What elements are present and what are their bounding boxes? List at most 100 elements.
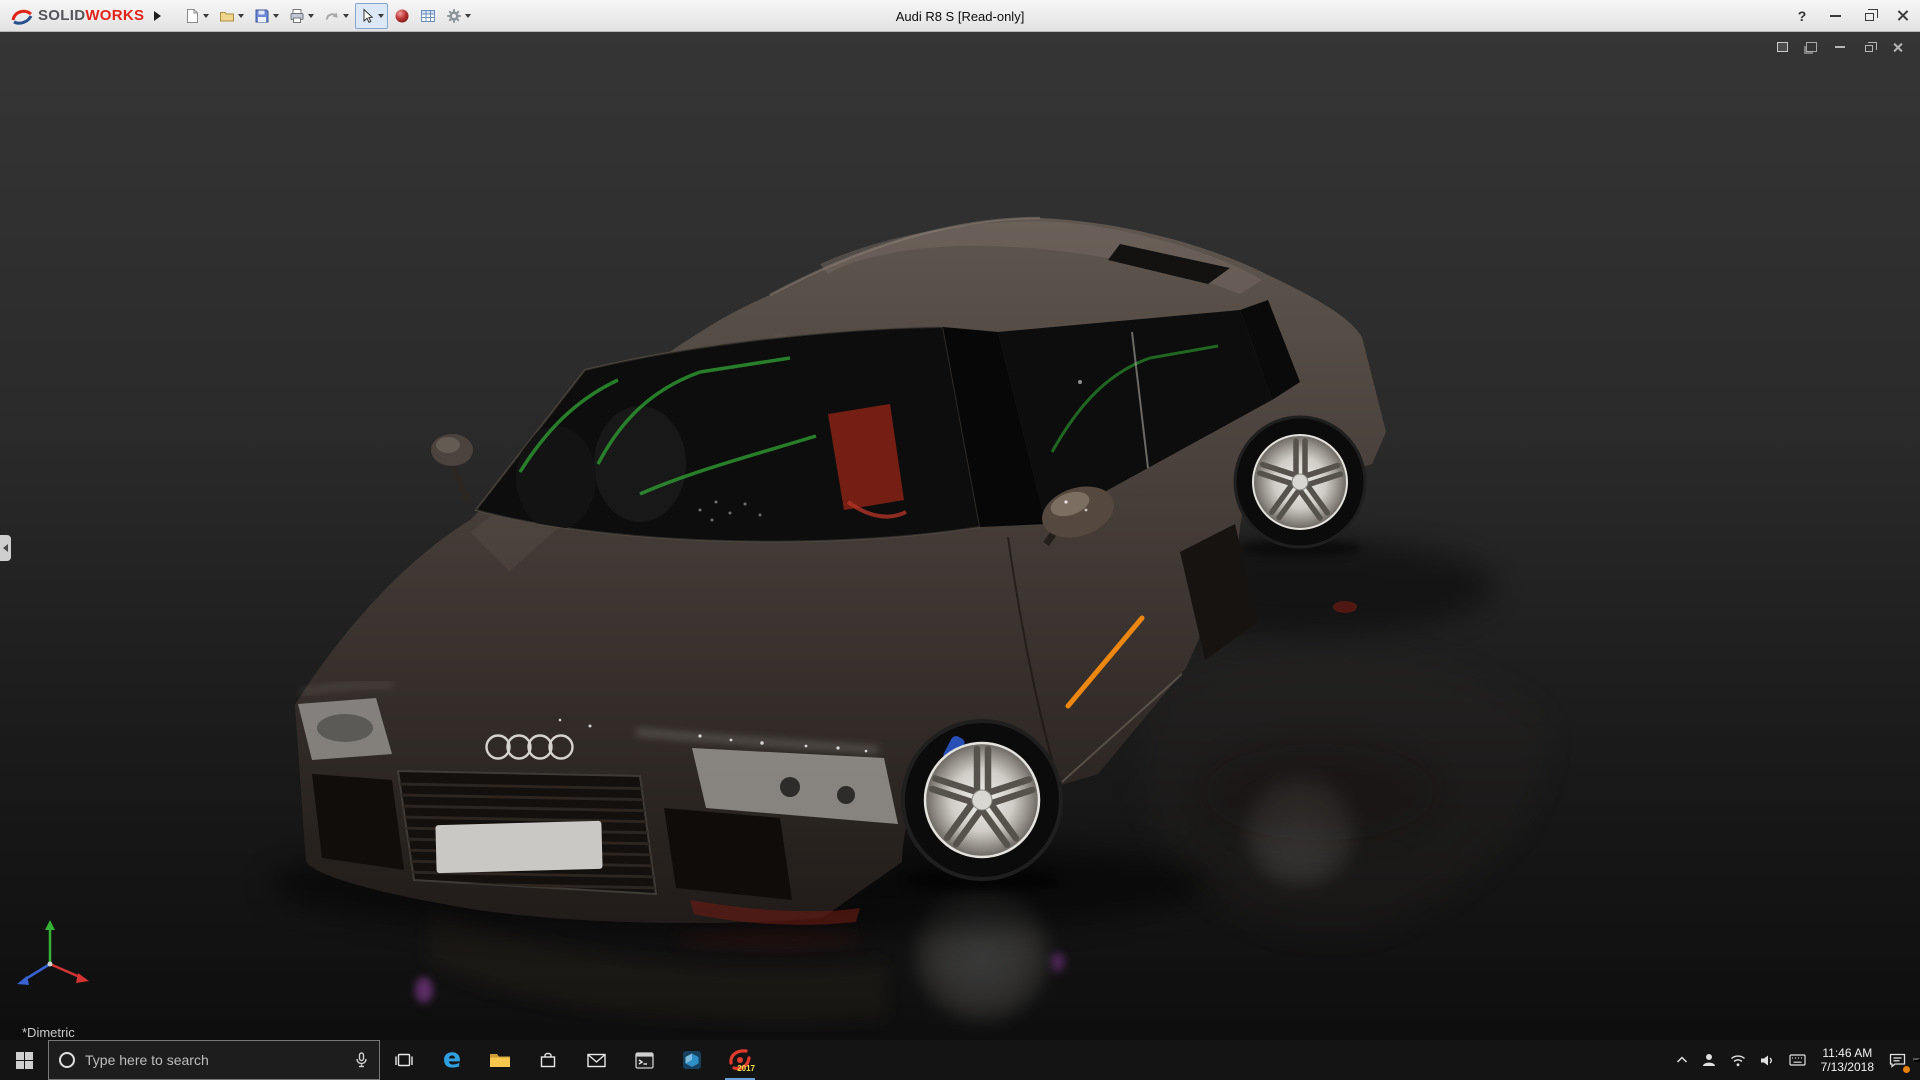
- ds-logo-icon: [10, 7, 34, 25]
- taskbar-app-command-prompt[interactable]: [620, 1040, 668, 1080]
- restore-icon: [1865, 13, 1874, 21]
- taskbar-app-edge[interactable]: e: [428, 1040, 476, 1080]
- clock-time: 11:46 AM: [1821, 1046, 1874, 1060]
- minimize-icon: [1835, 46, 1845, 48]
- windshield[interactable]: [476, 322, 986, 562]
- cortana-icon: [59, 1052, 75, 1068]
- appearance-button[interactable]: [390, 3, 414, 29]
- collapsed-panel-tab[interactable]: [0, 535, 11, 561]
- solidworks-version-badge: 2017: [737, 1064, 755, 1073]
- taskbar-app-mail[interactable]: [572, 1040, 620, 1080]
- new-document-button[interactable]: [180, 3, 213, 29]
- open-icon: [219, 8, 235, 24]
- speaker-icon: [1760, 1054, 1775, 1067]
- tray-network-button[interactable]: [1723, 1040, 1753, 1080]
- taskbar-app-file-explorer[interactable]: [476, 1040, 524, 1080]
- save-button[interactable]: [250, 3, 283, 29]
- wifi-icon: [1730, 1054, 1746, 1067]
- undo-button[interactable]: [320, 3, 353, 29]
- save-icon: [254, 8, 270, 24]
- front-wheel[interactable]: [903, 721, 1061, 879]
- graphics-viewport[interactable]: *Dimetric: [0, 32, 1920, 1040]
- chevron-down-icon: [343, 14, 349, 18]
- new-document-icon: [184, 8, 200, 24]
- clock-date: 7/13/2018: [1821, 1060, 1874, 1074]
- solidworks-logo: SOLIDWORKS: [0, 7, 148, 25]
- design-table-button[interactable]: [416, 3, 440, 29]
- system-tray: 11:46 AM 7/13/2018: [1669, 1040, 1920, 1080]
- start-button[interactable]: [0, 1040, 48, 1080]
- restore-icon: [1865, 45, 1873, 52]
- quick-access-toolbar: [180, 3, 475, 29]
- show-desktop-button[interactable]: [1913, 1058, 1920, 1062]
- logo-text: SOLIDWORKS: [38, 7, 144, 24]
- print-icon: [289, 8, 305, 24]
- tray-volume-button[interactable]: [1753, 1040, 1782, 1080]
- doc-minimize-button[interactable]: [1830, 38, 1850, 56]
- doc-pane-button[interactable]: [1772, 38, 1792, 56]
- chevron-down-icon: [203, 14, 209, 18]
- right-arrow-icon: [154, 11, 161, 21]
- help-button[interactable]: ?: [1786, 0, 1818, 31]
- doc-close-button[interactable]: [1888, 38, 1908, 56]
- command-prompt-icon: [635, 1052, 654, 1069]
- notification-badge: [1903, 1066, 1910, 1073]
- minimize-icon: [1830, 15, 1841, 17]
- close-button[interactable]: [1886, 0, 1920, 31]
- mail-icon: [587, 1053, 606, 1068]
- minimize-button[interactable]: [1818, 0, 1852, 31]
- orientation-triad-icon: [10, 914, 102, 1006]
- windows-logo-icon: [16, 1052, 33, 1069]
- doc-pane-back-button[interactable]: [1801, 38, 1821, 56]
- select-icon: [359, 8, 375, 24]
- chevron-down-icon: [273, 14, 279, 18]
- edrawings-icon: [682, 1050, 702, 1070]
- action-center-icon: [1889, 1053, 1906, 1068]
- close-icon: [1897, 9, 1910, 22]
- chevron-down-icon: [238, 14, 244, 18]
- left-side-mirror[interactable]: [431, 434, 473, 502]
- search-placeholder-text: Type here to search: [85, 1052, 344, 1068]
- restore-button[interactable]: [1852, 0, 1886, 31]
- chevron-down-icon: [308, 14, 314, 18]
- chevron-down-icon: [378, 14, 384, 18]
- tray-keyboard-button[interactable]: [1782, 1040, 1813, 1080]
- left-arrow-icon: [3, 544, 8, 552]
- license-plate[interactable]: [435, 821, 602, 873]
- undo-icon: [324, 8, 340, 24]
- menu-flyout-arrow[interactable]: [148, 4, 166, 28]
- taskbar-search-input[interactable]: Type here to search: [48, 1040, 380, 1080]
- taskbar-app-edrawings[interactable]: [668, 1040, 716, 1080]
- store-icon: [539, 1051, 557, 1069]
- app-titlebar: SOLIDWORKS: [0, 0, 1920, 32]
- taskbar-app-store[interactable]: [524, 1040, 572, 1080]
- window-controls: ?: [1786, 0, 1920, 31]
- close-icon: [1893, 42, 1904, 53]
- design-table-icon: [420, 8, 436, 24]
- document-window-controls: [1772, 38, 1908, 56]
- chevron-up-icon: [1676, 1056, 1688, 1064]
- window-pane-back-icon: [1806, 42, 1817, 52]
- file-explorer-icon: [489, 1051, 511, 1069]
- action-center-button[interactable]: [1882, 1040, 1913, 1080]
- tray-show-hidden-icons[interactable]: [1669, 1040, 1695, 1080]
- options-button[interactable]: [442, 3, 475, 29]
- view-orientation-label: *Dimetric: [22, 1025, 75, 1040]
- tray-people-button[interactable]: [1695, 1040, 1723, 1080]
- doc-restore-button[interactable]: [1859, 38, 1879, 56]
- select-tool-button[interactable]: [355, 3, 388, 29]
- window-pane-icon: [1777, 42, 1788, 52]
- person-icon: [1702, 1053, 1716, 1067]
- audi-r8-model-scene[interactable]: [0, 32, 1920, 1040]
- open-button[interactable]: [215, 3, 248, 29]
- options-icon: [446, 8, 462, 24]
- windows-taskbar: Type here to search e 2017: [0, 1040, 1920, 1080]
- rear-wheel[interactable]: [1235, 417, 1365, 547]
- taskbar-app-solidworks[interactable]: 2017: [716, 1040, 764, 1080]
- microphone-icon[interactable]: [354, 1052, 369, 1068]
- taskbar-clock[interactable]: 11:46 AM 7/13/2018: [1813, 1040, 1882, 1080]
- document-title: Audi R8 S [Read-only]: [896, 0, 1025, 32]
- screen: SOLIDWORKS: [0, 0, 1920, 1080]
- print-button[interactable]: [285, 3, 318, 29]
- task-view-button[interactable]: [380, 1040, 428, 1080]
